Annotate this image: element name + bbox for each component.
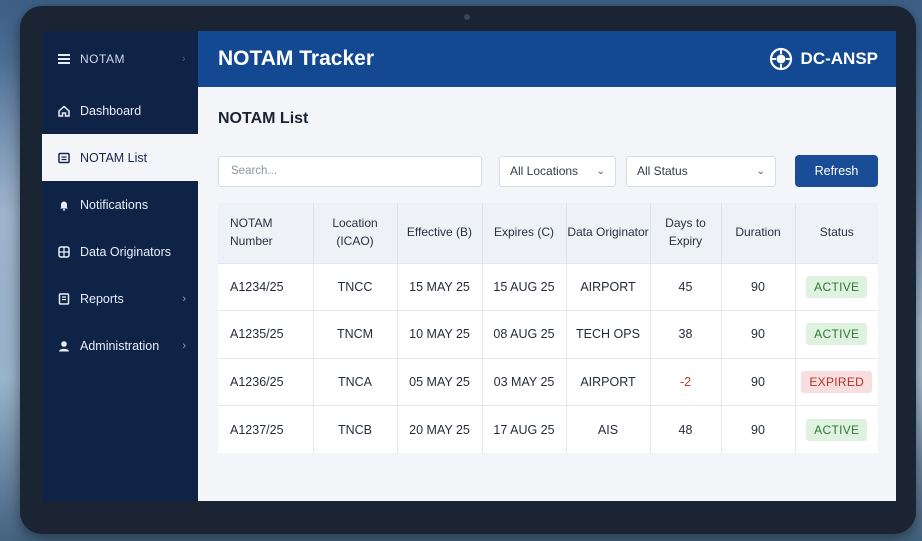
page-title: NOTAM List [218, 110, 309, 127]
cell-duration: 90 [721, 310, 796, 358]
cell-expires: 17 AUG 25 [482, 405, 567, 453]
chevron-down-icon: ⌄ [756, 165, 765, 177]
column-header-duration[interactable]: Duration [721, 203, 796, 263]
cell-notam: A1234/25 [218, 262, 314, 311]
column-header-originator[interactable]: Data Originator [566, 203, 651, 263]
column-header-days[interactable]: Days to Expiry [650, 203, 722, 263]
table-row[interactable]: A1234/25 TNCC 15 MAY 25 15 AUG 25 AIRPOR… [218, 262, 878, 311]
cell-days: -2 [650, 357, 722, 406]
cell-status: EXPIRED [795, 357, 878, 406]
cell-location: TNCA [313, 357, 398, 406]
cell-expires: 15 AUG 25 [482, 262, 567, 311]
column-header-effective[interactable]: Effective (B) [397, 203, 483, 263]
column-header-status[interactable]: Status [795, 203, 878, 263]
refresh-button[interactable]: Refresh [795, 155, 878, 187]
status-select-value: All Status [637, 164, 688, 178]
cell-originator: TECH OPS [566, 310, 651, 358]
chevron-right-icon: › [182, 339, 186, 352]
list-icon [58, 152, 70, 164]
cell-originator: AIRPORT [566, 262, 651, 311]
app-screen: NOTAM › Dashboard NOTAM List Notificatio… [42, 31, 896, 501]
app-title: NOTAM Tracker [218, 47, 374, 70]
chevron-down-icon: ⌄ [596, 165, 605, 177]
cell-location: TNCM [313, 310, 398, 358]
table-row[interactable]: A1237/25 TNCB 20 MAY 25 17 AUG 25 AIS 48… [218, 405, 878, 453]
cell-notam: A1236/25 [218, 357, 314, 406]
cell-effective: 20 MAY 25 [397, 405, 483, 453]
cell-location: TNCB [313, 405, 398, 453]
cell-status: ACTIVE [795, 310, 878, 358]
cell-effective: 15 MAY 25 [397, 262, 483, 311]
search-placeholder: Search... [231, 165, 278, 177]
camera-icon [464, 14, 470, 20]
org-logo-icon [769, 47, 792, 71]
search-input[interactable]: Search... [218, 155, 482, 187]
table-header-row: NOTAM Number Location (ICAO) Effective (… [218, 203, 878, 263]
sidebar-item-notifications[interactable]: Notifications [42, 181, 198, 228]
sidebar-item-data-originators[interactable]: Data Originators [42, 228, 198, 275]
chevron-right-icon: › [182, 292, 186, 305]
column-header-expires[interactable]: Expires (C) [482, 203, 567, 263]
sidebar-item-label: Data Originators [80, 244, 172, 259]
status-badge: ACTIVE [806, 275, 868, 298]
users-icon [58, 245, 70, 258]
cell-status: ACTIVE [795, 405, 878, 453]
notam-table: NOTAM Number Location (ICAO) Effective (… [218, 203, 878, 453]
cell-days: 38 [650, 310, 722, 358]
location-select-value: All Locations [510, 164, 579, 178]
status-badge: EXPIRED [801, 370, 873, 393]
laptop-frame: NOTAM › Dashboard NOTAM List Notificatio… [20, 6, 916, 534]
cell-originator: AIS [566, 405, 651, 453]
cell-expires: 08 AUG 25 [482, 310, 567, 358]
main-area: NOTAM Tracker DC-ANSP NOTAM List Search.… [198, 31, 896, 501]
home-icon [58, 104, 70, 117]
sidebar-item-reports[interactable]: Reports › [42, 275, 198, 322]
cell-status: ACTIVE [795, 262, 878, 311]
cell-notam: A1237/25 [218, 405, 314, 453]
sidebar-item-label: Dashboard [80, 103, 142, 118]
cell-duration: 90 [721, 405, 796, 453]
column-header-notam[interactable]: NOTAM Number [218, 203, 314, 263]
cell-duration: 90 [721, 262, 796, 311]
table-row[interactable]: A1236/25 TNCA 05 MAY 25 03 MAY 25 AIRPOR… [218, 357, 878, 406]
org-name: DC-ANSP [800, 49, 878, 68]
sidebar-item-label: NOTAM List [80, 150, 148, 165]
cell-notam: A1235/25 [218, 310, 314, 358]
admin-icon [58, 340, 70, 352]
sidebar: NOTAM › Dashboard NOTAM List Notificatio… [42, 31, 198, 501]
status-badge: ACTIVE [806, 418, 868, 441]
sidebar-brand: NOTAM › [42, 31, 198, 87]
status-select[interactable]: All Status ⌄ [626, 155, 776, 187]
cell-originator: AIRPORT [566, 357, 651, 406]
column-header-location[interactable]: Location (ICAO) [313, 203, 398, 263]
bell-icon [58, 199, 70, 211]
sidebar-item-label: Administration [80, 338, 160, 353]
report-icon [58, 292, 70, 305]
cell-effective: 05 MAY 25 [397, 357, 483, 406]
filter-bar: Search... All Locations ⌄ All Status ⌄ R… [218, 155, 878, 187]
header: NOTAM Tracker DC-ANSP [198, 31, 896, 87]
chevron-right-icon: › [181, 53, 186, 65]
cell-effective: 10 MAY 25 [397, 310, 483, 358]
org-brand: DC-ANSP [769, 47, 878, 71]
menu-icon[interactable] [58, 54, 70, 64]
cell-location: TNCC [313, 262, 398, 311]
cell-duration: 90 [721, 357, 796, 406]
sidebar-item-administration[interactable]: Administration › [42, 322, 198, 369]
brand-label: NOTAM [80, 52, 125, 66]
sidebar-item-label: Notifications [80, 197, 149, 212]
sidebar-item-dashboard[interactable]: Dashboard [42, 87, 198, 134]
status-badge: ACTIVE [806, 323, 868, 346]
cell-expires: 03 MAY 25 [482, 357, 567, 406]
table-row[interactable]: A1235/25 TNCM 10 MAY 25 08 AUG 25 TECH O… [218, 310, 878, 358]
sidebar-item-label: Reports [80, 291, 124, 306]
cell-days: 48 [650, 405, 722, 453]
cell-days: 45 [650, 262, 722, 311]
content: NOTAM List Search... All Locations ⌄ All… [198, 87, 896, 453]
sidebar-item-notam-list[interactable]: NOTAM List [42, 134, 198, 181]
location-select[interactable]: All Locations ⌄ [499, 155, 616, 187]
